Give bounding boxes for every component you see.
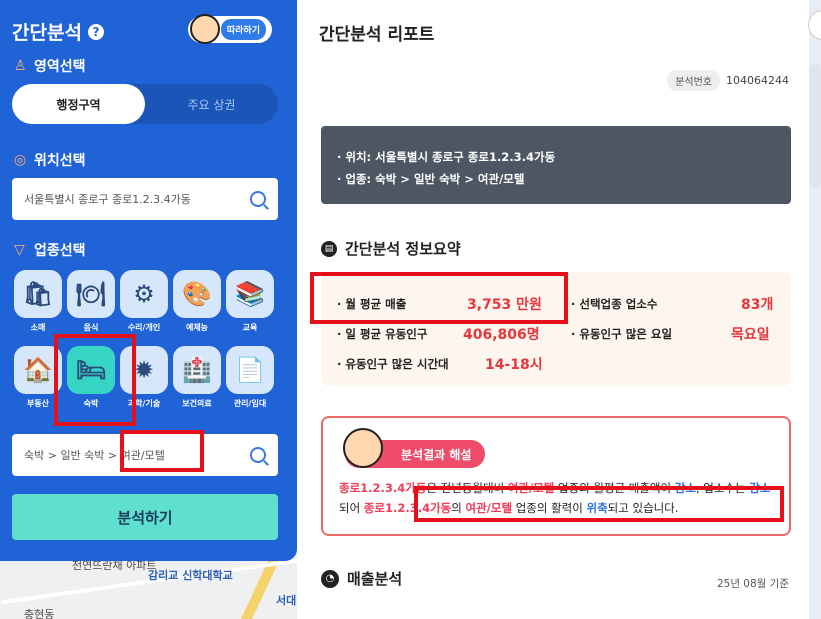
area-label-text: 영역선택 — [34, 59, 86, 75]
category-management[interactable]: 📄 관리/임대 — [226, 346, 274, 409]
summary-label: · 유동인구 많은 시간대 — [337, 357, 449, 371]
corner-button[interactable] — [808, 10, 821, 40]
location-search-icon: ◎ — [14, 152, 27, 168]
category-label: 관리/임대 — [233, 399, 267, 408]
map-label: 충현동 — [24, 608, 55, 619]
highlight-box — [414, 486, 784, 522]
scrollbar[interactable] — [809, 64, 821, 188]
location-label-text: 위치선택 — [34, 153, 86, 169]
highlight-box — [120, 430, 204, 472]
summary-label: · 선택업종 업소수 — [571, 297, 658, 311]
sales-title-text: 매출분석 — [347, 570, 403, 588]
analyze-button[interactable]: 분석하기 — [12, 494, 278, 540]
hospital-icon: 🏥 — [173, 346, 221, 394]
report-number-tag: 분석번호 — [667, 70, 720, 91]
category-retail[interactable]: 🛍 소매 — [14, 270, 62, 333]
follow-button-label: 따라하기 — [220, 19, 266, 40]
utensils-icon: 🍽 — [67, 270, 115, 318]
chart-icon: ◔ — [321, 569, 339, 588]
area-section-label: ♙ 영역선택 — [14, 56, 86, 76]
industry-label-text: 업종선택 — [34, 243, 86, 259]
location-input-value: 서울특별시 종로구 종로1.2.3.4가동 — [24, 193, 191, 206]
follow-button[interactable]: 따라하기 — [188, 14, 272, 44]
shopping-bag-icon: 🛍 — [14, 270, 62, 318]
location-input[interactable]: 서울특별시 종로구 종로1.2.3.4가동 — [12, 178, 278, 220]
info-industry: · 업종: 숙박 > 일반 숙박 > 여관/모텔 — [337, 172, 525, 186]
summary-label: · 유동인구 많은 요일 — [571, 327, 673, 341]
summary-value: 14-18시 — [485, 357, 543, 373]
map-label: 감리교 신학대학교 — [148, 569, 233, 582]
report-number-value: 104064244 — [726, 74, 789, 87]
category-arts[interactable]: 🎨 예체능 — [173, 270, 221, 333]
search-icon[interactable] — [250, 447, 266, 463]
category-label: 교육 — [242, 323, 258, 332]
summary-label: · 일 평균 유동인구 — [337, 327, 428, 341]
panel-title: 간단분석 ? — [12, 18, 104, 45]
category-label: 소매 — [30, 323, 46, 332]
category-label: 예체능 — [185, 323, 209, 332]
analysis-panel: 간단분석 ? 따라하기 ♙ 영역선택 행정구역 주요 상권 ◎ 위치선택 서울특… — [0, 0, 297, 561]
category-health[interactable]: 🏥 보건의료 — [173, 346, 221, 409]
panel-title-text: 간단분석 — [12, 22, 82, 44]
location-section-label: ◎ 위치선택 — [14, 150, 86, 170]
highlight-box — [54, 334, 136, 426]
sales-title: ◔ 매출분석 — [321, 568, 402, 589]
document-icon: 📄 — [226, 346, 274, 394]
category-label: 보건의료 — [182, 399, 212, 408]
gear-icon: ⚙ — [120, 270, 168, 318]
highlight-box — [310, 272, 568, 324]
industry-section-label: ▽ 업종선택 — [14, 240, 86, 260]
report-title: 간단분석 리포트 — [319, 25, 435, 45]
book-icon: 📚 — [226, 270, 274, 318]
palette-icon: 🎨 — [173, 270, 221, 318]
sales-date: 25년 08월 기준 — [716, 578, 789, 590]
summary-value: 83개 — [741, 297, 774, 313]
category-food[interactable]: 🍽 음식 — [67, 270, 115, 333]
map-label: 천연뜨란채 아파트 — [72, 559, 157, 572]
map-label: 서대 — [276, 594, 297, 607]
help-icon[interactable]: ? — [87, 23, 104, 40]
category-education[interactable]: 📚 교육 — [226, 270, 274, 333]
document-icon: ▤ — [321, 240, 337, 257]
tab-admin-district[interactable]: 행정구역 — [12, 84, 145, 124]
info-location: · 위치: 서울특별시 종로구 종로1.2.3.4가동 — [337, 150, 556, 164]
summary-title-text: 간단분석 정보요약 — [345, 240, 461, 258]
tab-main-commercial[interactable]: 주요 상권 — [145, 84, 278, 124]
category-label: 수리/개인 — [127, 323, 161, 332]
mascot-icon — [190, 14, 220, 44]
info-box: · 위치: 서울특별시 종로구 종로1.2.3.4가동 · 업종: 숙박 > 일… — [321, 126, 791, 204]
report-number: 분석번호 104064244 — [667, 70, 789, 91]
summary-value: 목요일 — [731, 327, 770, 343]
filter-icon: ▽ — [14, 242, 25, 258]
person-icon: ♙ — [14, 58, 27, 74]
text-fragment: 되어 — [339, 501, 364, 515]
category-label: 음식 — [83, 323, 99, 332]
search-icon[interactable] — [250, 191, 266, 207]
area-tabs: 행정구역 주요 상권 — [12, 84, 278, 124]
summary-value: 406,806명 — [463, 327, 540, 343]
summary-title: ▤ 간단분석 정보요약 — [321, 238, 461, 259]
category-label: 부동산 — [26, 399, 50, 408]
category-repair[interactable]: ⚙ 수리/개인 — [120, 270, 168, 333]
mascot-icon — [343, 428, 383, 468]
